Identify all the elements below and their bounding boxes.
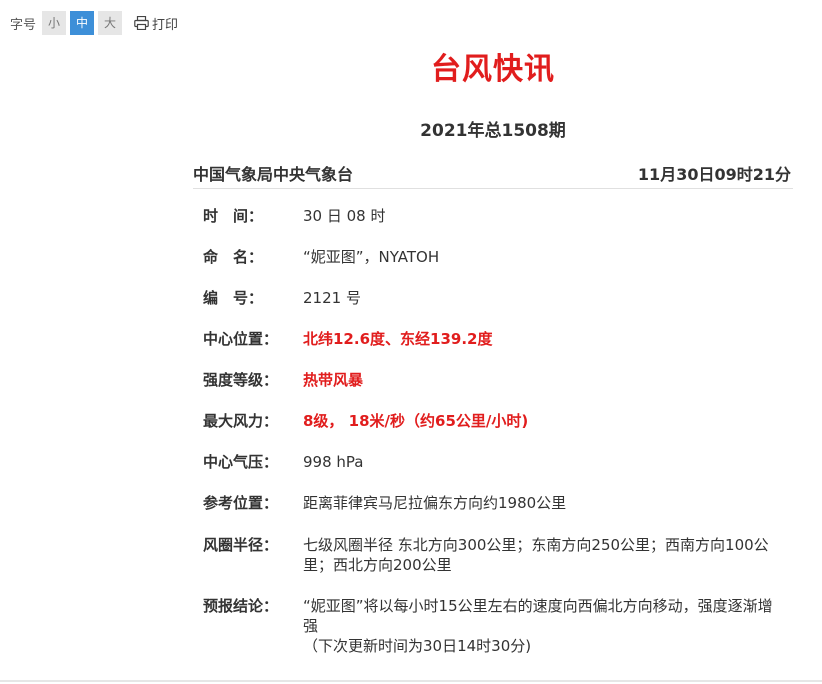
bottom-divider <box>0 680 822 682</box>
toolbar: 字号 小 中 大 打印 <box>10 10 178 36</box>
field-value: 七级风圈半径 东北方向300公里；东南方向250公里；西南方向100公里；西北方… <box>303 536 769 574</box>
print-button[interactable]: 打印 <box>134 14 178 33</box>
issue-number: 2021年总1508期 <box>420 121 566 141</box>
field-value: 30 日 08 时 <box>303 207 386 225</box>
field-label: 最大风力： <box>203 412 279 430</box>
field-value: 北纬12.6度、东经139.2度 <box>303 330 493 348</box>
page-title: 台风快讯 <box>431 52 555 87</box>
field-pressure: 中心气压： 998 hPa <box>203 452 783 472</box>
field-label: 命 名： <box>203 248 264 266</box>
field-reference: 参考位置： 距离菲律宾马尼拉偏东方向约1980公里 <box>203 493 783 513</box>
forecast-note: （下次更新时间为30日14时30分) <box>303 637 532 655</box>
issue-time: 11月30日09时21分 <box>637 165 791 184</box>
field-value: “妮亚图”将以每小时15公里左右的速度向西偏北方向移动，强度逐渐增强 （下次更新… <box>303 596 783 656</box>
forecast-text: “妮亚图”将以每小时15公里左右的速度向西偏北方向移动，强度逐渐增强 <box>303 597 773 635</box>
font-size-label: 字号 <box>10 17 37 33</box>
font-medium-button[interactable]: 中 <box>70 11 95 35</box>
field-name: 命 名： “妮亚图”，NYATOH <box>203 247 783 267</box>
field-label: 风圈半径： <box>203 536 279 554</box>
field-label: 中心气压： <box>203 453 279 471</box>
field-value: “妮亚图”，NYATOH <box>303 248 440 266</box>
field-label: 编 号： <box>203 289 264 307</box>
printer-icon <box>134 16 149 30</box>
field-center: 中心位置： 北纬12.6度、东经139.2度 <box>203 329 783 349</box>
font-large-button[interactable]: 大 <box>98 11 123 35</box>
field-label: 强度等级： <box>203 371 279 389</box>
field-value: 热带风暴 <box>303 371 364 389</box>
field-forecast: 预报结论： “妮亚图”将以每小时15公里左右的速度向西偏北方向移动，强度逐渐增强… <box>203 596 783 656</box>
field-value: 998 hPa <box>303 453 364 471</box>
field-radius: 风圈半径： 七级风圈半径 东北方向300公里；东南方向250公里；西南方向100… <box>203 535 783 575</box>
field-label: 中心位置： <box>203 330 279 348</box>
field-value: 距离菲律宾马尼拉偏东方向约1980公里 <box>303 494 567 512</box>
issuer: 中国气象局中央气象台 <box>193 165 354 184</box>
field-label: 时 间： <box>203 207 264 225</box>
field-intensity: 强度等级： 热带风暴 <box>203 370 783 390</box>
field-label: 参考位置： <box>203 494 279 512</box>
font-small-button[interactable]: 小 <box>42 11 67 35</box>
issuer-row: 中国气象局中央气象台 11月30日09时21分 <box>193 160 793 189</box>
field-label: 预报结论： <box>203 597 279 615</box>
field-wind: 最大风力： 8级， 18米/秒（约65公里/小时) <box>203 411 783 431</box>
print-label: 打印 <box>152 17 179 33</box>
field-number: 编 号： 2121 号 <box>203 288 783 308</box>
field-value: 2121 号 <box>303 289 361 307</box>
field-time: 时 间： 30 日 08 时 <box>203 206 783 226</box>
field-value: 8级， 18米/秒（约65公里/小时) <box>303 412 529 430</box>
